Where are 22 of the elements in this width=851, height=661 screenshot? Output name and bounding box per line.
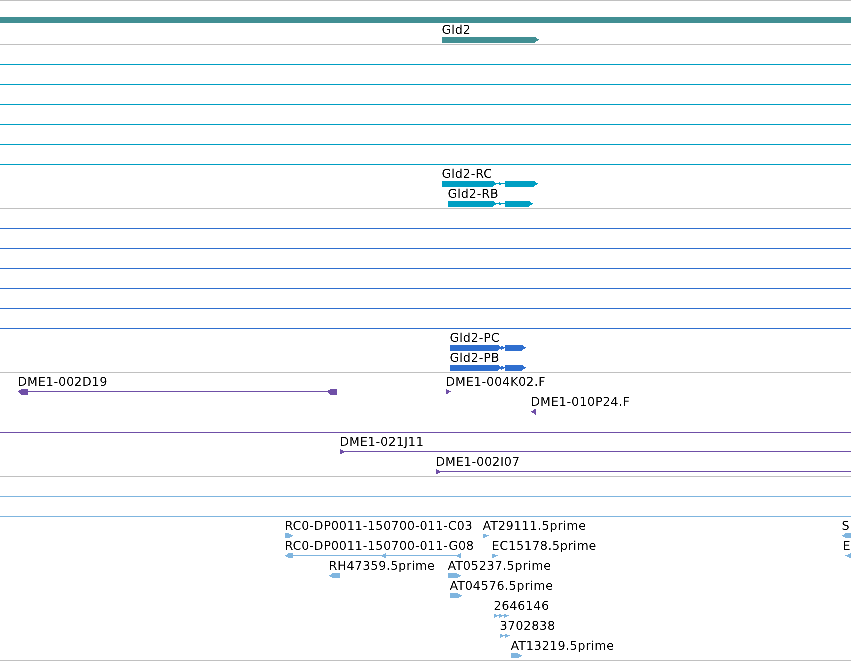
feature-label: EC15178.5prime [492,539,597,553]
feature-label: DME1-002D19 [18,375,108,389]
feature-label: DME1-021J11 [340,435,424,449]
feature-label: AT29111.5prime [483,519,586,533]
feature-label: Gld2-PB [450,351,500,365]
feature-label: DME1-002I07 [436,455,520,469]
feature-label: RC0-DP0011-150700-011-G08 [285,539,474,553]
feature-label: RC0-DP0011-150700-011-C03 [285,519,473,533]
feature-label: Gld2-RC [442,167,492,181]
feature-label: RH47359.5prime [329,559,436,573]
feature-label: DME1-010P24.F [531,395,630,409]
feature-label: 2646146 [494,599,550,613]
feature-label: E [843,539,851,553]
feature-label: S [842,519,850,533]
feature-label: AT13219.5prime [511,639,614,653]
feature-label: Gld2-PC [450,331,500,345]
feature-label: 3702838 [500,619,556,633]
feature-label: AT05237.5prime [448,559,552,573]
feature-label: Gld2 [442,23,472,37]
feature-label: Gld2-RB [448,187,499,201]
feature-label: DME1-004K02.F [446,375,546,389]
feature-label: AT04576.5prime [450,579,554,593]
